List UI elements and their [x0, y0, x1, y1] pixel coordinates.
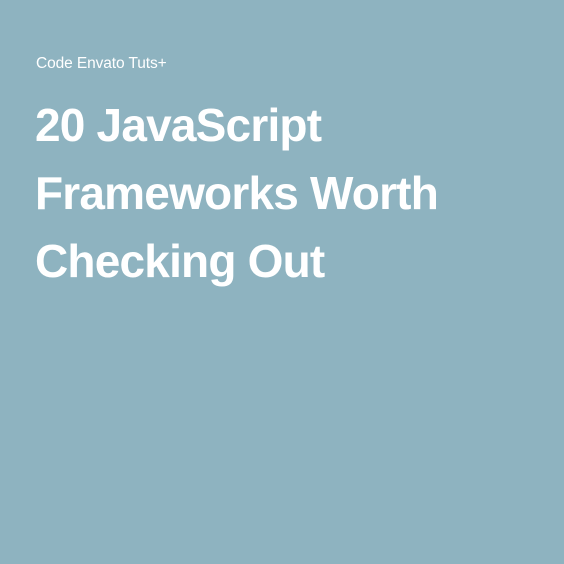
title-line: Frameworks Worth	[35, 167, 439, 219]
card-title: 20 JavaScript Frameworks Worth Checking …	[35, 91, 545, 295]
source-label: Code Envato Tuts+	[36, 55, 167, 72]
title-line: Checking Out	[35, 235, 325, 287]
title-line: 20 JavaScript	[35, 99, 322, 151]
pin-card[interactable]: Code Envato Tuts+ 20 JavaScript Framewor…	[0, 0, 564, 564]
